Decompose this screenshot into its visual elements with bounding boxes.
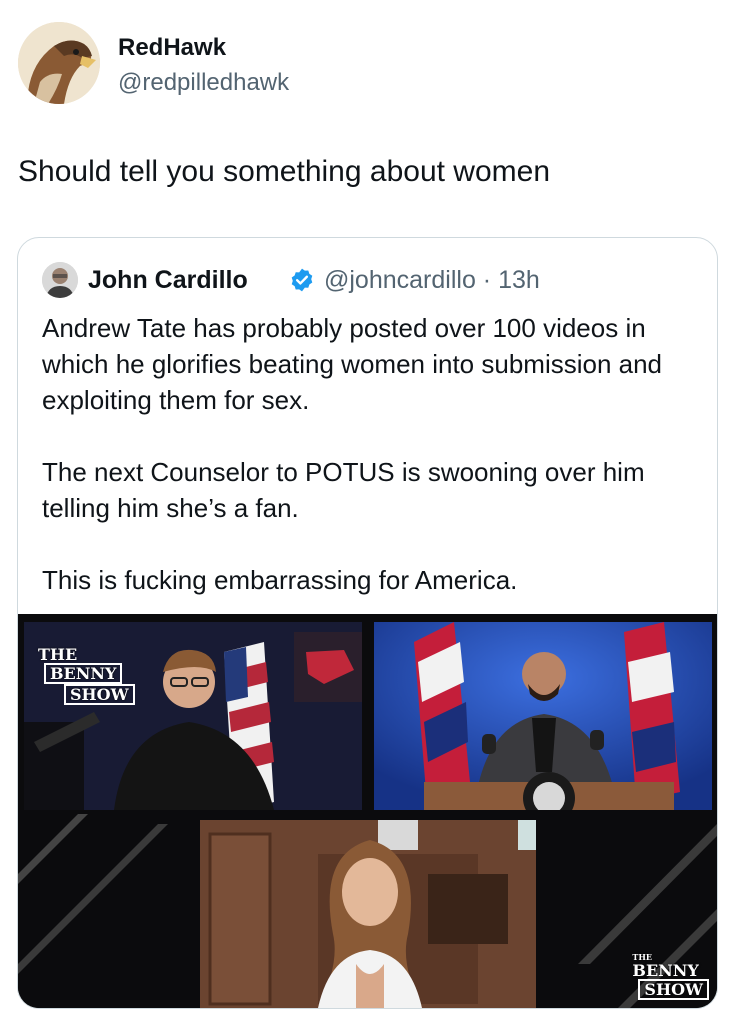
panel-guest: THE BENNY SHOW (18, 814, 717, 1008)
quoted-author-name[interactable]: John Cardillo (88, 266, 248, 295)
author-name[interactable]: RedHawk (118, 34, 226, 62)
quoted-paragraph-1: Andrew Tate has probably posted over 100… (42, 313, 663, 415)
quoted-meta: @johncardillo · 13h (324, 266, 540, 295)
logo-show-small: SHOW (638, 979, 709, 1000)
quoted-avatar[interactable] (42, 262, 78, 298)
quoted-post[interactable]: John Cardillo @johncardillo · 13h Andrew… (17, 237, 718, 1009)
verified-badge-icon (291, 268, 313, 292)
post-text: Should tell you something about women (18, 155, 551, 188)
logo-the: THE (38, 645, 78, 664)
quoted-handle[interactable]: @johncardillo (324, 266, 476, 294)
logo-benny-small: BENNY (632, 961, 699, 980)
video-collage[interactable]: THE BENNY SHOW THE BENNY SHOW (18, 614, 717, 1008)
quoted-time[interactable]: 13h (498, 266, 540, 294)
person-avatar-icon (42, 262, 78, 298)
author-avatar[interactable] (18, 22, 100, 104)
meta-separator: · (482, 266, 492, 294)
benny-show-logo-top: THE BENNY SHOW (38, 646, 138, 705)
panel-speaker (374, 622, 712, 810)
quoted-header: John Cardillo @johncardillo · 13h (42, 262, 702, 300)
logo-show: SHOW (64, 684, 135, 705)
post-header: RedHawk @redpilledhawk (18, 22, 718, 106)
benny-show-logo-bottom: THE BENNY SHOW (632, 953, 709, 1000)
author-handle[interactable]: @redpilledhawk (118, 69, 289, 97)
speaker-scene-image (374, 622, 712, 810)
quoted-paragraph-3: This is fucking embarrassing for America… (42, 565, 518, 595)
guest-scene-image (18, 814, 717, 1008)
logo-benny: BENNY (44, 663, 123, 684)
panel-host: THE BENNY SHOW (24, 622, 362, 810)
quoted-paragraph-2: The next Counselor to POTUS is swooning … (42, 457, 645, 523)
hawk-avatar-icon (18, 22, 100, 104)
